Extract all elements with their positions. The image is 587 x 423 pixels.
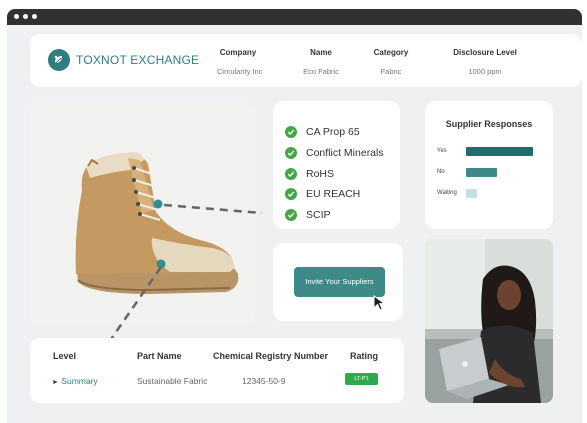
- compliance-label: Conflict Minerals: [306, 147, 384, 159]
- check-circle-icon: [285, 188, 297, 200]
- invite-suppliers-button[interactable]: Invite Your Suppliers: [294, 267, 385, 297]
- compliance-label: SCIP: [306, 209, 331, 221]
- check-circle-icon: [285, 126, 297, 138]
- check-circle-icon: [285, 209, 297, 221]
- supplier-responses-title: Supplier Responses: [445, 119, 533, 129]
- invite-card: Invite Your Suppliers: [273, 243, 403, 321]
- response-label: Yes: [437, 148, 447, 154]
- compliance-label: EU REACH: [306, 188, 361, 200]
- check-circle-icon: [285, 168, 297, 180]
- table-header-part-name: Part Name: [137, 351, 182, 361]
- compliance-item: CA Prop 65: [285, 125, 360, 139]
- level-link[interactable]: Summary: [61, 376, 97, 386]
- rating-badge: LT-P1: [345, 373, 378, 385]
- response-bar: [466, 189, 477, 198]
- compliance-label: CA Prop 65: [306, 126, 360, 138]
- compliance-item: EU REACH: [285, 187, 360, 201]
- mouse-cursor-icon: [373, 295, 387, 311]
- compliance-card: CA Prop 65 Conflict Minerals RoHS EU REA…: [273, 101, 400, 229]
- response-bar: [466, 147, 533, 156]
- supplier-responses-card: Supplier Responses Yes No Waiting: [425, 101, 553, 229]
- compliance-item: RoHS: [285, 167, 334, 181]
- compliance-item: Conflict Minerals: [285, 146, 384, 160]
- response-label: No: [437, 169, 445, 175]
- check-circle-icon: [285, 147, 297, 159]
- table-cell-part-name: Sustainable Fabric: [137, 376, 208, 386]
- table-cell-registry-number: 12345-50-9: [242, 376, 286, 386]
- parts-table: Level Part Name Chemical Registry Number…: [30, 338, 404, 403]
- compliance-item: SCIP: [285, 208, 331, 222]
- table-header-registry-number: Chemical Registry Number: [213, 351, 329, 361]
- table-row-level[interactable]: ► Summary: [52, 376, 98, 386]
- table-header-level: Level: [53, 351, 77, 361]
- woman-with-laptop-image: [425, 239, 553, 403]
- compliance-label: RoHS: [306, 168, 335, 180]
- response-label: Waiting: [437, 190, 457, 196]
- response-bar: [466, 168, 497, 177]
- table-header-rating: Rating: [350, 351, 378, 361]
- user-photo: [425, 239, 553, 403]
- caret-right-icon: ►: [52, 379, 59, 386]
